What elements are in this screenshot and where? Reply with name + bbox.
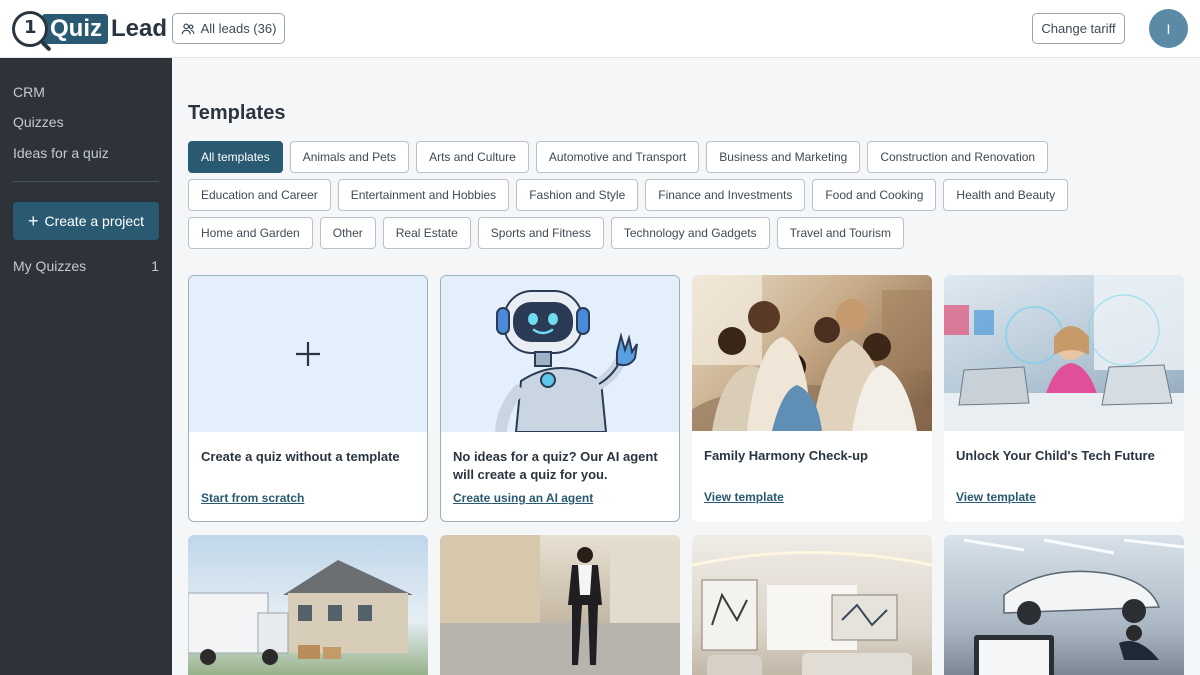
category-filter-list: All templates Animals and Pets Arts and Cu… bbox=[188, 141, 1188, 249]
category-chip-finance-and-investments[interactable]: Finance and Investments bbox=[645, 179, 806, 211]
logo-quiz-text: Quiz bbox=[42, 14, 108, 44]
card-title: Family Harmony Check-up bbox=[704, 448, 868, 463]
category-chip-fashion-and-style[interactable]: Fashion and Style bbox=[516, 179, 639, 211]
template-card-child-tech[interactable]: Unlock Your Child's Tech Future View tem… bbox=[944, 275, 1184, 522]
plus-icon bbox=[189, 276, 427, 432]
living-room-photo bbox=[692, 535, 932, 675]
card-title: Unlock Your Child's Tech Future bbox=[956, 448, 1155, 463]
category-chip-all-templates[interactable]: All templates bbox=[188, 141, 283, 173]
create-using-ai-link[interactable]: Create using an AI agent bbox=[453, 491, 593, 505]
magnifier-logo-icon: 1 bbox=[12, 11, 52, 52]
city-woman-photo bbox=[440, 535, 680, 675]
category-chip-business-and-marketing[interactable]: Business and Marketing bbox=[706, 141, 861, 173]
category-chip-home-and-garden[interactable]: Home and Garden bbox=[188, 217, 313, 249]
start-from-scratch-link[interactable]: Start from scratch bbox=[201, 491, 304, 505]
template-card-scratch[interactable]: Create a quiz without a template Start f… bbox=[188, 275, 428, 522]
family-photo bbox=[692, 275, 932, 431]
all-leads-label: All leads (36) bbox=[200, 21, 277, 36]
template-card-car-service[interactable] bbox=[944, 535, 1184, 675]
category-chip-education-and-career[interactable]: Education and Career bbox=[188, 179, 331, 211]
template-card-family-harmony[interactable]: Family Harmony Check-up View template bbox=[692, 275, 932, 522]
all-leads-button[interactable]: All leads (36) bbox=[172, 13, 285, 44]
plus-icon: + bbox=[27, 211, 39, 231]
card-title: Create a quiz without a template bbox=[201, 449, 400, 464]
category-chip-entertainment-and-hobbies[interactable]: Entertainment and Hobbies bbox=[337, 179, 510, 211]
sidebar-divider bbox=[13, 181, 159, 182]
my-quizzes-label: My Quizzes bbox=[13, 258, 87, 274]
logo-lead-text: Lead bbox=[111, 15, 168, 42]
template-card-city-walk[interactable] bbox=[440, 535, 680, 675]
category-chip-arts-and-culture[interactable]: Arts and Culture bbox=[416, 141, 529, 173]
user-avatar[interactable]: I bbox=[1149, 9, 1188, 48]
category-chip-health-and-beauty[interactable]: Health and Beauty bbox=[943, 179, 1069, 211]
category-chip-travel-and-tourism[interactable]: Travel and Tourism bbox=[776, 217, 904, 249]
category-chip-sports-and-fitness[interactable]: Sports and Fitness bbox=[477, 217, 604, 249]
view-template-link[interactable]: View template bbox=[704, 490, 784, 504]
my-quizzes-count: 1 bbox=[151, 258, 159, 274]
card-title: No ideas for a quiz? Our AI agent will c… bbox=[453, 449, 658, 482]
view-template-link[interactable]: View template bbox=[956, 490, 1036, 504]
sidebar: CRM Quizzes Ideas for a quiz + Create a … bbox=[0, 58, 172, 675]
sidebar-item-ideas[interactable]: Ideas for a quiz bbox=[13, 145, 109, 161]
template-card-moving-house[interactable] bbox=[188, 535, 428, 675]
category-chip-real-estate[interactable]: Real Estate bbox=[382, 217, 471, 249]
quizlead-logo[interactable]: 1 Quiz Lead bbox=[12, 8, 168, 52]
robot-illustration bbox=[441, 276, 679, 432]
car-garage-photo bbox=[944, 535, 1184, 675]
child-tech-photo bbox=[944, 275, 1184, 431]
create-project-button[interactable]: + Create a project bbox=[13, 202, 159, 240]
sidebar-item-quizzes[interactable]: Quizzes bbox=[13, 114, 64, 130]
sidebar-item-my-quizzes[interactable]: My Quizzes 1 bbox=[13, 258, 159, 274]
category-chip-food-and-cooking[interactable]: Food and Cooking bbox=[812, 179, 937, 211]
create-project-label: Create a project bbox=[44, 213, 145, 229]
sidebar-item-crm[interactable]: CRM bbox=[13, 84, 45, 100]
category-chip-automotive-and-transport[interactable]: Automotive and Transport bbox=[535, 141, 700, 173]
page-title: Templates bbox=[188, 102, 286, 124]
category-chip-construction-and-renovation[interactable]: Construction and Renovation bbox=[867, 141, 1049, 173]
users-icon bbox=[181, 22, 195, 34]
category-chip-technology-and-gadgets[interactable]: Technology and Gadgets bbox=[610, 217, 770, 249]
change-tariff-button[interactable]: Change tariff bbox=[1032, 13, 1125, 44]
top-header: 1 Quiz Lead All leads (36) Change tariff… bbox=[0, 0, 1200, 58]
category-chip-animals-and-pets[interactable]: Animals and Pets bbox=[289, 141, 410, 173]
category-chip-other[interactable]: Other bbox=[319, 217, 376, 249]
template-card-ai-agent[interactable]: No ideas for a quiz? Our AI agent will c… bbox=[440, 275, 680, 522]
house-truck-photo bbox=[188, 535, 428, 675]
logo-digit: 1 bbox=[24, 17, 37, 38]
template-card-interior[interactable] bbox=[692, 535, 932, 675]
